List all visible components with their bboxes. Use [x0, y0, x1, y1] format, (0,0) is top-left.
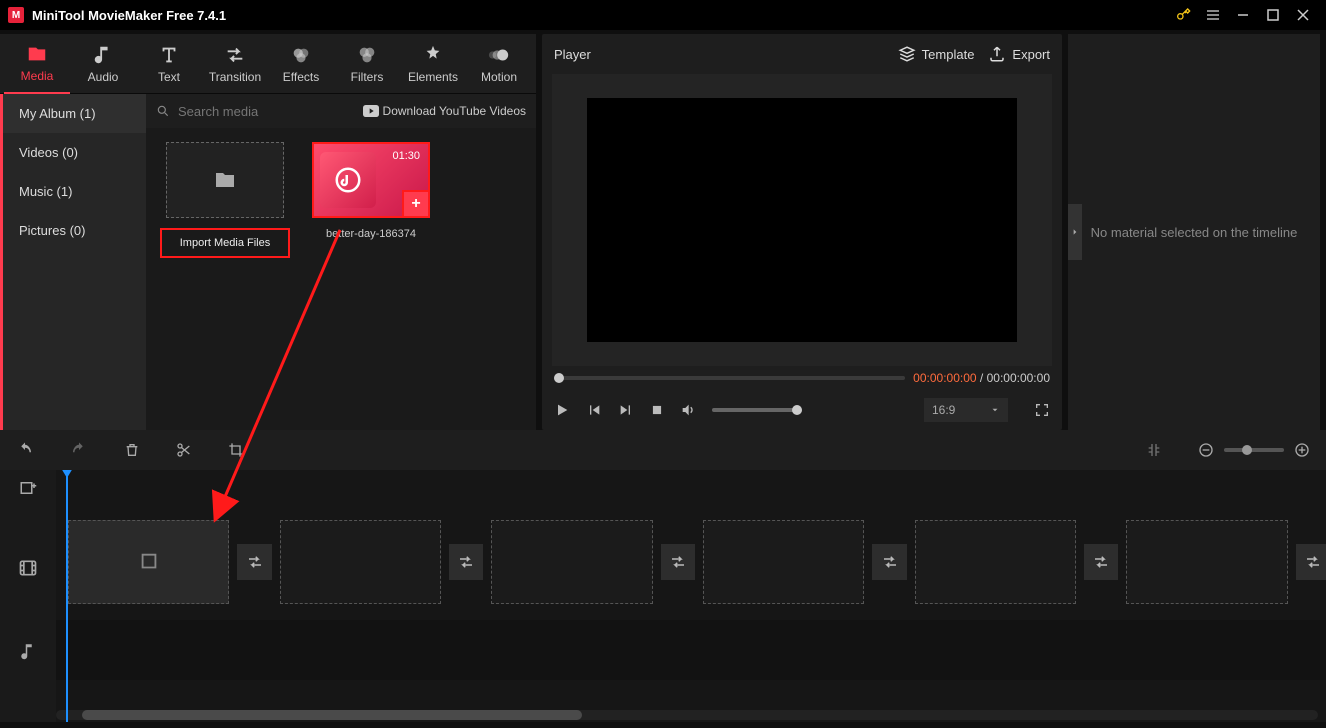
folder-icon: [213, 168, 237, 192]
volume-icon[interactable]: [680, 402, 696, 418]
clip-slot[interactable]: [491, 520, 652, 604]
tab-filters[interactable]: Filters: [334, 34, 400, 94]
tab-media[interactable]: Media: [4, 34, 70, 94]
zoom-slider[interactable]: [1224, 448, 1284, 452]
add-track-button[interactable]: [0, 470, 56, 506]
playhead[interactable]: [66, 470, 68, 722]
play-button[interactable]: [554, 402, 570, 418]
search-input[interactable]: [178, 104, 355, 119]
player-panel: Player Template Export 00:00:00:00 / 00:…: [542, 34, 1062, 430]
transition-slot-6[interactable]: [1296, 544, 1326, 580]
video-track-icon: [0, 520, 56, 616]
category-pictures[interactable]: Pictures (0): [3, 211, 146, 250]
timecode-total: 00:00:00:00: [987, 371, 1050, 385]
aspect-ratio-select[interactable]: 16:9: [924, 398, 1008, 422]
clip-slot[interactable]: [280, 520, 441, 604]
zoom-in-button[interactable]: [1294, 442, 1310, 458]
media-item-duration: 01:30: [392, 150, 420, 162]
timeline-panel: [0, 430, 1326, 722]
clip-slot[interactable]: [703, 520, 864, 604]
transition-slot-3[interactable]: [661, 544, 695, 580]
tab-audio-label: Audio: [88, 70, 119, 84]
media-item-name: better-day-186374: [326, 228, 416, 240]
timecode-current: 00:00:00:00: [913, 371, 976, 385]
prev-frame-button[interactable]: [586, 402, 602, 418]
template-button[interactable]: Template: [898, 45, 975, 63]
redo-button[interactable]: [70, 441, 88, 459]
download-youtube-label: Download YouTube Videos: [383, 104, 526, 118]
tab-filters-label: Filters: [351, 70, 384, 84]
player-title: Player: [554, 47, 591, 62]
undo-button[interactable]: [16, 441, 34, 459]
category-music[interactable]: Music (1): [3, 172, 146, 211]
player-preview: [587, 98, 1017, 342]
menu-icon[interactable]: [1198, 0, 1228, 30]
transition-slot-1[interactable]: [237, 544, 271, 580]
audio-track-icon: [0, 616, 56, 686]
fullscreen-button[interactable]: [1034, 402, 1050, 418]
auto-fit-button[interactable]: [1146, 442, 1162, 458]
properties-panel: No material selected on the timeline: [1068, 34, 1320, 430]
tab-text-label: Text: [158, 70, 180, 84]
tab-text[interactable]: Text: [136, 34, 202, 94]
tab-effects[interactable]: Effects: [268, 34, 334, 94]
download-icon: [138, 551, 160, 573]
tab-elements-label: Elements: [408, 70, 458, 84]
clip-slot[interactable]: [1126, 520, 1287, 604]
timeline-scrollbar[interactable]: [56, 710, 1318, 720]
tab-effects-label: Effects: [283, 70, 319, 84]
transition-slot-5[interactable]: [1084, 544, 1118, 580]
search-icon: [156, 104, 170, 118]
transition-slot-2[interactable]: [449, 544, 483, 580]
tab-motion-label: Motion: [481, 70, 517, 84]
export-label: Export: [1012, 47, 1050, 62]
export-button[interactable]: Export: [988, 45, 1050, 63]
audio-track-lane[interactable]: [56, 620, 1326, 680]
drop-clip-slot[interactable]: [68, 520, 229, 604]
media-item-audio[interactable]: 01:30 + better-day-186374: [306, 142, 436, 240]
minimize-button[interactable]: [1228, 0, 1258, 30]
close-button[interactable]: [1288, 0, 1318, 30]
stop-button[interactable]: [650, 403, 664, 417]
add-to-timeline-button[interactable]: +: [402, 190, 430, 218]
tab-motion[interactable]: Motion: [466, 34, 532, 94]
properties-empty-message: No material selected on the timeline: [1091, 225, 1298, 240]
music-note-icon: [333, 165, 363, 195]
tab-audio[interactable]: Audio: [70, 34, 136, 94]
tab-media-label: Media: [21, 69, 54, 83]
clip-slot[interactable]: [915, 520, 1076, 604]
media-thumbnails: Import Media Files 01:30 + better-day-18…: [146, 128, 536, 430]
app-title: MiniTool MovieMaker Free 7.4.1: [32, 8, 226, 23]
expand-panel-button[interactable]: [1068, 204, 1082, 260]
import-media-label: Import Media Files: [180, 237, 270, 249]
category-my-album[interactable]: My Album (1): [3, 94, 146, 133]
chevron-down-icon: [990, 405, 1000, 415]
download-youtube-link[interactable]: Download YouTube Videos: [363, 104, 526, 118]
tab-elements[interactable]: Elements: [400, 34, 466, 94]
volume-slider[interactable]: [712, 408, 802, 412]
media-category-sidebar: My Album (1) Videos (0) Music (1) Pictur…: [0, 94, 146, 430]
titlebar: M MiniTool MovieMaker Free 7.4.1: [0, 0, 1326, 30]
timeline-tracks[interactable]: [56, 470, 1326, 722]
license-key-icon[interactable]: [1168, 0, 1198, 30]
zoom-out-button[interactable]: [1198, 442, 1214, 458]
category-videos[interactable]: Videos (0): [3, 133, 146, 172]
crop-button[interactable]: [228, 442, 244, 458]
import-media-label-box: Import Media Files: [160, 228, 290, 258]
tab-transition[interactable]: Transition: [202, 34, 268, 94]
template-label: Template: [922, 47, 975, 62]
transition-slot-4[interactable]: [872, 544, 906, 580]
aspect-ratio-value: 16:9: [932, 403, 955, 417]
delete-button[interactable]: [124, 442, 140, 458]
maximize-button[interactable]: [1258, 0, 1288, 30]
ribbon-tabs: Media Audio Text Transition Effects Filt…: [0, 34, 536, 94]
tab-transition-label: Transition: [209, 70, 261, 84]
next-frame-button[interactable]: [618, 402, 634, 418]
split-button[interactable]: [176, 442, 192, 458]
import-media-card[interactable]: Import Media Files: [160, 142, 290, 258]
player-seek-slider[interactable]: [554, 376, 905, 380]
app-logo-icon: M: [8, 7, 24, 23]
